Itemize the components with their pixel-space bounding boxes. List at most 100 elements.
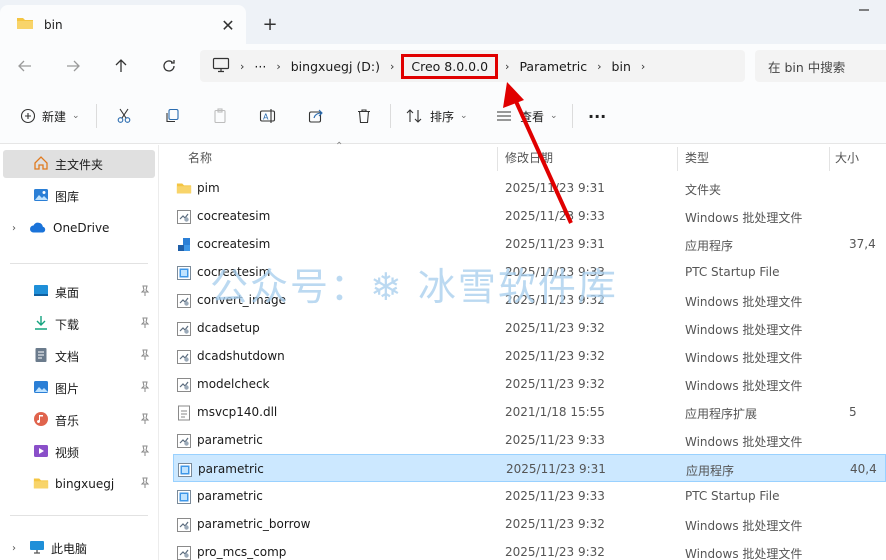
tab-bin[interactable]: bin ✕ xyxy=(0,5,246,44)
file-name: pro_mcs_comp xyxy=(197,545,287,559)
table-row[interactable]: parametric 2025/11/23 9:33 Windows 批处理文件 xyxy=(173,426,886,454)
file-date: 2025/11/23 9:33 xyxy=(505,489,605,503)
pin-icon[interactable] xyxy=(140,477,150,492)
table-row[interactable]: dcadsetup 2025/11/23 9:32 Windows 批处理文件 xyxy=(173,314,886,342)
back-arrow-icon[interactable] xyxy=(10,52,40,80)
sidebar-item-this-pc[interactable]: › 此电脑 xyxy=(0,534,158,560)
sidebar-item-desktop[interactable]: 桌面 xyxy=(0,278,158,306)
more-options-button[interactable]: ··· xyxy=(588,102,606,130)
share-button[interactable] xyxy=(306,102,326,130)
column-header-type[interactable]: 类型 xyxy=(685,145,709,169)
copy-button[interactable] xyxy=(162,102,182,130)
sidebar-item-gallery[interactable]: 图库 xyxy=(0,182,158,210)
pin-icon[interactable] xyxy=(140,285,150,300)
file-type: 文件夹 xyxy=(685,183,722,197)
pin-icon[interactable] xyxy=(140,317,150,332)
dll-file-icon xyxy=(176,405,192,421)
rename-button[interactable]: A xyxy=(258,102,278,130)
application-icon xyxy=(176,237,192,253)
column-divider[interactable] xyxy=(829,147,830,171)
table-row[interactable]: parametric_borrow 2025/11/23 9:32 Windows … xyxy=(173,510,886,538)
close-tab-icon[interactable]: ✕ xyxy=(218,15,238,35)
column-divider[interactable] xyxy=(497,147,498,171)
sidebar-item-music[interactable]: 音乐 xyxy=(0,406,158,434)
file-explorer-window: bin ✕ + › ··· › bingxuegj (D:) › Creo 8.… xyxy=(0,0,886,560)
cut-button[interactable] xyxy=(114,102,134,130)
file-size: 37,4 xyxy=(849,237,876,251)
pin-icon[interactable] xyxy=(140,381,150,396)
file-name: msvcp140.dll xyxy=(197,405,278,419)
sidebar-item-label: OneDrive xyxy=(53,221,110,235)
forward-arrow-icon[interactable] xyxy=(58,52,88,80)
breadcrumb-parametric[interactable]: Parametric xyxy=(519,59,587,74)
batch-file-icon xyxy=(176,545,192,560)
sidebar-item-bingxuegj[interactable]: bingxuegj xyxy=(0,470,158,498)
address-bar[interactable]: › ··· › bingxuegj (D:) › Creo 8.0.0.0 › … xyxy=(200,50,745,82)
file-date: 2025/11/23 9:33 xyxy=(505,209,605,223)
minimize-icon[interactable] xyxy=(858,4,872,18)
sidebar-item-videos[interactable]: 视频 xyxy=(0,438,158,466)
pin-icon[interactable] xyxy=(140,349,150,364)
delete-button[interactable] xyxy=(354,102,374,130)
batch-file-icon xyxy=(176,209,192,225)
column-divider[interactable] xyxy=(677,147,678,171)
breadcrumb-creo[interactable]: Creo 8.0.0.0 xyxy=(401,53,499,79)
view-button[interactable]: 查看 ⌄ xyxy=(494,102,558,130)
batch-file-icon xyxy=(176,293,192,309)
file-type: 应用程序 xyxy=(686,464,735,478)
refresh-icon[interactable] xyxy=(154,52,184,80)
sidebar-item-label: 下载 xyxy=(55,317,80,332)
table-row[interactable]: pim 2025/11/23 9:31 文件夹 xyxy=(173,174,886,202)
new-button[interactable]: 新建 ⌄ xyxy=(18,102,80,130)
file-type: Windows 批处理文件 xyxy=(685,435,803,449)
file-name: parametric xyxy=(198,462,264,476)
table-row[interactable]: cocreatesim 2025/11/23 9:31 应用程序 37,4 xyxy=(173,230,886,258)
table-row[interactable]: msvcp140.dll 2021/1/18 15:55 应用程序扩展 5 xyxy=(173,398,886,426)
column-header-name[interactable]: 名称 xyxy=(188,145,212,169)
table-row[interactable]: modelcheck 2025/11/23 9:32 Windows 批处理文件 xyxy=(173,370,886,398)
sidebar-item-pictures[interactable]: 图片 xyxy=(0,374,158,402)
pin-icon[interactable] xyxy=(140,445,150,460)
breadcrumb-bin[interactable]: bin xyxy=(612,59,631,74)
sidebar-item-downloads[interactable]: 下载 xyxy=(0,310,158,338)
file-date: 2025/11/23 9:31 xyxy=(505,181,605,195)
table-row[interactable]: parametric 2025/11/23 9:33 PTC Startup Fil… xyxy=(173,482,886,510)
file-name: pim xyxy=(197,181,220,195)
chevron-right-icon: › xyxy=(12,542,16,554)
sidebar-item-home[interactable]: 主文件夹 xyxy=(3,150,155,178)
chevron-right-icon: › xyxy=(505,59,510,73)
scissors-icon xyxy=(114,106,134,126)
breadcrumb-drive[interactable]: bingxuegj (D:) xyxy=(291,59,380,74)
sidebar-item-label: 视频 xyxy=(55,445,80,460)
table-row[interactable]: dcadshutdown 2025/11/23 9:32 Windows 批处理文件 xyxy=(173,342,886,370)
batch-file-icon xyxy=(176,377,192,393)
table-row[interactable]: cocreatesim 2025/11/23 9:33 Windows 批处理文件 xyxy=(173,202,886,230)
column-header-size[interactable]: 大小 xyxy=(835,145,859,169)
table-row[interactable]: convert_image 2025/11/23 9:32 Windows 批处理文… xyxy=(173,286,886,314)
table-row[interactable]: pro_mcs_comp 2025/11/23 9:32 Windows 批处理文件 xyxy=(173,538,886,560)
file-size: 5 xyxy=(849,405,857,419)
tab-title: bin xyxy=(44,17,63,32)
new-tab-button[interactable]: + xyxy=(256,12,284,36)
sidebar-item-documents[interactable]: 文档 xyxy=(0,342,158,370)
table-row[interactable]: cocreatesim 2025/11/23 9:33 PTC Startup Fi… xyxy=(173,258,886,286)
file-type: PTC Startup File xyxy=(685,265,780,279)
file-type: 应用程序 xyxy=(685,239,734,253)
batch-file-icon xyxy=(176,349,192,365)
divider xyxy=(96,104,97,128)
search-input[interactable]: 在 bin 中搜索 xyxy=(755,50,886,82)
file-name: parametric xyxy=(197,433,263,447)
breadcrumb-more[interactable]: ··· xyxy=(254,59,266,74)
table-row[interactable]: parametric 2025/11/23 9:31 应用程序 40,4 xyxy=(173,454,886,482)
document-icon xyxy=(33,347,49,366)
folder-icon xyxy=(176,181,192,197)
paste-button[interactable] xyxy=(210,102,230,130)
sort-button[interactable]: 排序 ⌄ xyxy=(404,102,468,130)
up-arrow-icon[interactable] xyxy=(106,52,136,80)
chevron-down-icon: ⌄ xyxy=(460,111,468,121)
clipboard-icon xyxy=(210,106,230,126)
pin-icon[interactable] xyxy=(140,413,150,428)
sidebar-item-onedrive[interactable]: › OneDrive xyxy=(0,214,158,242)
address-row: › ··· › bingxuegj (D:) › Creo 8.0.0.0 › … xyxy=(0,44,886,88)
column-header-date[interactable]: 修改日期 xyxy=(505,145,553,169)
